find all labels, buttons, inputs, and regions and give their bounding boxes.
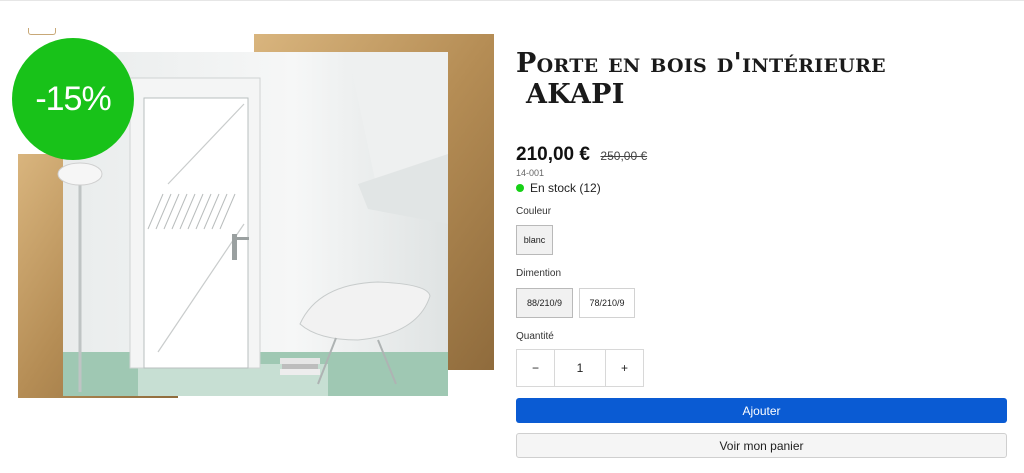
sku-code: 14-001 bbox=[516, 168, 545, 178]
price-row: 210,00 € 250,00 € bbox=[516, 144, 647, 166]
quantity-label: Quantité bbox=[516, 331, 554, 342]
dimension-option-88-210-9[interactable]: 88/210/9 bbox=[516, 288, 573, 318]
product-info: Porte en bois d'intérieure AKAPI 210,00 … bbox=[516, 48, 1008, 458]
quantity-input[interactable]: 1 bbox=[554, 350, 606, 386]
dimension-label: Dimention bbox=[516, 268, 562, 279]
quantity-increase-button[interactable]: + bbox=[606, 350, 643, 386]
product-title: Porte en bois d'intérieure AKAPI bbox=[516, 48, 1008, 110]
old-price: 250,00 € bbox=[600, 149, 648, 163]
top-divider bbox=[0, 0, 1024, 1]
color-option-blanc[interactable]: blanc bbox=[516, 225, 553, 255]
quantity-decrease-button[interactable]: − bbox=[517, 350, 554, 386]
discount-badge-text: -15% bbox=[35, 79, 111, 118]
product-title-line2: AKAPI bbox=[526, 79, 625, 110]
stock-text: En stock (12) bbox=[530, 181, 601, 195]
product-title-line1: Porte en bois d'intérieure bbox=[516, 48, 886, 79]
add-to-cart-button[interactable]: Ajouter bbox=[516, 398, 1007, 423]
view-cart-button[interactable]: Voir mon panier bbox=[516, 433, 1007, 458]
quantity-stepper: − 1 + bbox=[516, 349, 644, 387]
stock-status: En stock (12) bbox=[516, 181, 601, 195]
stock-dot-icon bbox=[516, 184, 524, 192]
current-price: 210,00 € bbox=[516, 144, 590, 165]
discount-badge: -15% bbox=[12, 38, 134, 160]
dimension-option-78-210-9[interactable]: 78/210/9 bbox=[579, 288, 635, 318]
color-label: Couleur bbox=[516, 206, 552, 217]
